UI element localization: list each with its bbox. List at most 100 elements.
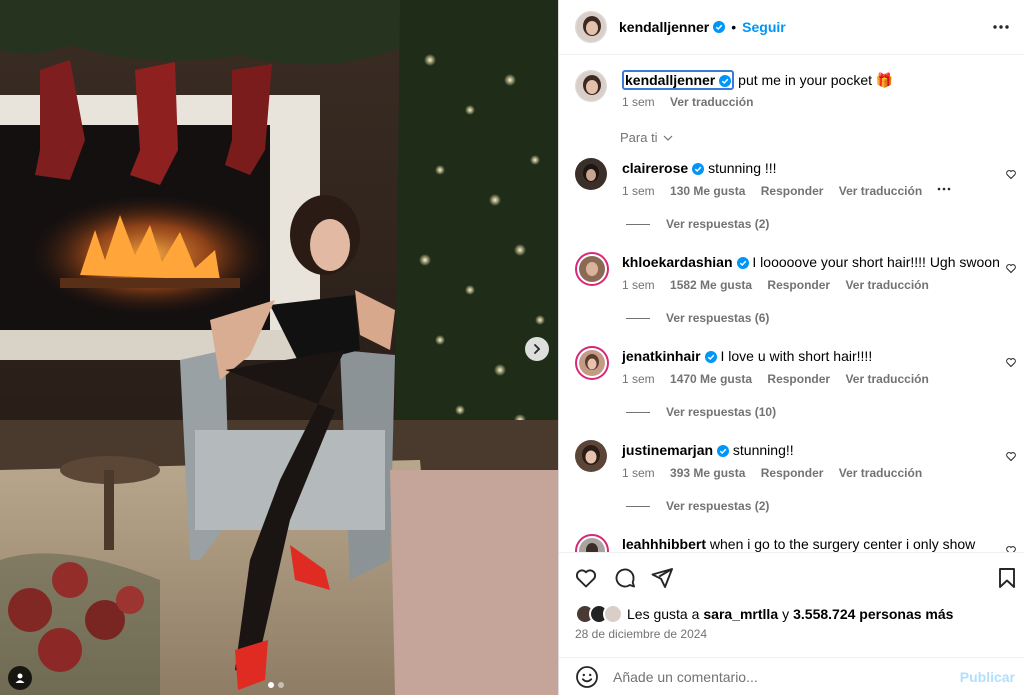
gift-emoji: 🎁	[875, 72, 894, 88]
heart-icon[interactable]	[1005, 168, 1017, 180]
chevron-down-icon	[663, 135, 673, 141]
post-image[interactable]	[0, 0, 558, 695]
reply-button[interactable]: Responder	[767, 372, 830, 386]
comment-avatar[interactable]	[575, 534, 609, 552]
reply-button[interactable]: Responder	[767, 278, 830, 292]
heart-icon[interactable]	[1005, 450, 1017, 462]
post-photo	[0, 0, 558, 695]
comment-composer: Añade un comentario... Publicar	[559, 657, 1024, 695]
comment-time: 1 sem	[622, 278, 655, 292]
verified-badge-icon	[736, 257, 749, 269]
emoji-icon[interactable]	[575, 665, 599, 689]
separator-dot: •	[731, 19, 737, 35]
translate-link[interactable]: Ver traducción	[845, 278, 928, 292]
translate-link[interactable]: Ver traducción	[839, 184, 922, 198]
comment-meta: 1 sem 393 Me gusta Responder Ver traducc…	[622, 466, 922, 480]
likes-summary[interactable]: Les gusta a sara_mrtlla y 3.558.724 pers…	[575, 604, 953, 624]
comment-avatar[interactable]	[575, 346, 609, 380]
caption-avatar[interactable]	[575, 70, 607, 102]
comment-text: justinemarjan stunning!!	[622, 442, 794, 458]
reply-button[interactable]: Responder	[761, 184, 824, 198]
comment-time: 1 sem	[622, 466, 655, 480]
sort-label: Para ti	[620, 130, 658, 145]
next-image-button[interactable]	[525, 337, 549, 361]
send-icon[interactable]	[650, 566, 674, 590]
comment-body: I love u with short hair!!!!	[720, 348, 873, 364]
comment-time: 1 sem	[622, 184, 655, 198]
caption-meta: 1 sem Ver traducción	[622, 95, 753, 109]
comment-body: I looooove your short hair!!!! Ugh swoon	[752, 254, 1000, 270]
caption-text: kendalljenner put me in your pocket 🎁	[622, 70, 893, 90]
comment-body: stunning!!	[732, 442, 794, 458]
comments-sort-selector[interactable]: Para ti	[620, 130, 674, 145]
heart-icon[interactable]	[1005, 262, 1017, 274]
post-date: 28 de diciembre de 2024	[575, 627, 708, 641]
verified-badge-icon	[704, 351, 717, 363]
verified-badge-icon	[713, 21, 726, 33]
comment-username[interactable]: leahhhibbert	[622, 536, 706, 552]
post-comment-button[interactable]: Publicar	[960, 669, 1015, 685]
caption-time: 1 sem	[622, 95, 655, 109]
comment-time: 1 sem	[622, 372, 655, 386]
comment-likes[interactable]: 1582 Me gusta	[670, 278, 752, 292]
tagged-users-button[interactable]	[8, 666, 32, 690]
verified-badge-icon	[692, 163, 705, 175]
comment-username[interactable]: khloekardashian	[622, 254, 733, 270]
verified-badge-icon	[717, 445, 730, 457]
author-username[interactable]: kendalljenner	[619, 19, 709, 35]
comment-text: khloekardashian I looooove your short ha…	[622, 254, 1000, 270]
follow-button[interactable]: Seguir	[742, 19, 786, 35]
author-avatar[interactable]	[575, 11, 607, 43]
comment-likes[interactable]: 393 Me gusta	[670, 466, 745, 480]
caption-username[interactable]: kendalljenner	[622, 70, 735, 90]
view-replies-button[interactable]: Ver respuestas (2)	[626, 217, 769, 231]
comment-meta: 1 sem 1582 Me gusta Responder Ver traduc…	[622, 278, 929, 292]
comment-avatar[interactable]	[575, 440, 607, 472]
translate-link[interactable]: Ver traducción	[839, 466, 922, 480]
carousel-dot	[278, 682, 284, 688]
comment-body: when i go to the surgery center i only s…	[709, 536, 976, 552]
post-modal: kendalljenner • Seguir kendalljenner put…	[0, 0, 1024, 695]
view-replies-button[interactable]: Ver respuestas (10)	[626, 405, 776, 419]
heart-icon[interactable]	[574, 566, 598, 590]
comment-username[interactable]: justinemarjan	[622, 442, 713, 458]
liker-username[interactable]: sara_mrtlla	[703, 606, 778, 622]
view-replies-button[interactable]: Ver respuestas (6)	[626, 311, 769, 325]
comment-meta: 1 sem 130 Me gusta Responder Ver traducc…	[622, 184, 952, 198]
more-horizontal-icon[interactable]	[936, 184, 952, 194]
caption-translate-link[interactable]: Ver traducción	[670, 95, 753, 109]
comment-icon[interactable]	[613, 566, 637, 590]
heart-icon[interactable]	[1005, 544, 1017, 552]
reply-button[interactable]: Responder	[761, 466, 824, 480]
comment-meta: 1 sem 1470 Me gusta Responder Ver traduc…	[622, 372, 929, 386]
heart-icon[interactable]	[1005, 356, 1017, 368]
more-horizontal-icon[interactable]	[991, 17, 1011, 37]
comment-username[interactable]: clairerose	[622, 160, 688, 176]
view-replies-button[interactable]: Ver respuestas (2)	[626, 499, 769, 513]
carousel-indicator	[268, 682, 284, 688]
chevron-right-icon	[534, 344, 541, 354]
carousel-dot	[268, 682, 274, 688]
comment-text: jenatkinhair I love u with short hair!!!…	[622, 348, 872, 364]
likes-prefix: Les gusta a	[627, 606, 700, 622]
likes-count[interactable]: 3.558.724 personas más	[793, 606, 953, 622]
comment-avatar[interactable]	[575, 252, 609, 286]
verified-badge-icon	[719, 75, 732, 87]
bookmark-icon[interactable]	[995, 566, 1019, 590]
user-tag-icon	[15, 673, 25, 683]
comment-avatar[interactable]	[575, 158, 607, 190]
post-header: kendalljenner • Seguir	[559, 0, 1024, 55]
likes-connector: y	[782, 606, 790, 622]
translate-link[interactable]: Ver traducción	[845, 372, 928, 386]
comment-text: leahhhibbert when i go to the surgery ce…	[622, 536, 975, 552]
post-side-panel: kendalljenner • Seguir kendalljenner put…	[558, 0, 1024, 695]
caption-body: put me in your pocket	[738, 72, 873, 88]
post-actions: Les gusta a sara_mrtlla y 3.558.724 pers…	[559, 552, 1024, 652]
likers-avatars	[575, 604, 625, 624]
comment-input[interactable]: Añade un comentario...	[613, 669, 758, 685]
comment-likes[interactable]: 130 Me gusta	[670, 184, 745, 198]
comments-list[interactable]: kendalljenner put me in your pocket 🎁 1 …	[559, 56, 1024, 552]
comment-text: clairerose stunning !!!	[622, 160, 777, 176]
comment-likes[interactable]: 1470 Me gusta	[670, 372, 752, 386]
comment-username[interactable]: jenatkinhair	[622, 348, 701, 364]
